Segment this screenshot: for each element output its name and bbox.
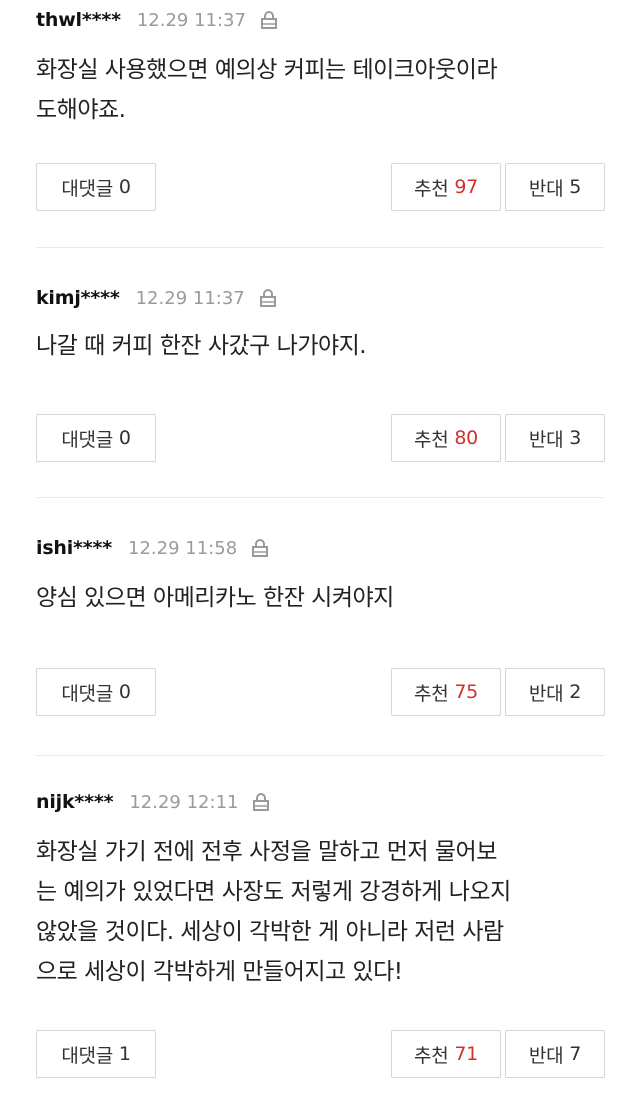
lock-icon bbox=[259, 288, 277, 308]
comment-meta: ishi**** 12.29 11:58 bbox=[36, 536, 269, 560]
comment-line: 않았을 것이다. 세상이 각박한 게 아니라 저런 사람 bbox=[36, 919, 504, 945]
recommend-button[interactable]: 추천 97 bbox=[391, 163, 501, 211]
recommend-count: 80 bbox=[454, 427, 478, 449]
reply-button[interactable]: 대댓글 0 bbox=[36, 414, 156, 462]
comment-body: 나갈 때 커피 한잔 사갔구 나가야지. bbox=[36, 326, 616, 366]
comment-line: 나갈 때 커피 한잔 사갔구 나가야지. bbox=[36, 333, 367, 359]
recommend-label: 추천 bbox=[414, 428, 449, 451]
comment-time: 12.29 11:37 bbox=[136, 9, 246, 31]
reply-count: 0 bbox=[118, 427, 131, 449]
recommend-count: 97 bbox=[454, 176, 478, 198]
oppose-button[interactable]: 반대 5 bbox=[505, 163, 605, 211]
comment-line: 화장실 사용했으면 예의상 커피는 테이크아웃이라 bbox=[36, 57, 498, 83]
recommend-count: 75 bbox=[454, 681, 478, 703]
reply-button[interactable]: 대댓글 1 bbox=[36, 1030, 156, 1078]
oppose-button[interactable]: 반대 7 bbox=[505, 1030, 605, 1078]
oppose-label: 반대 bbox=[528, 1044, 564, 1067]
comment-time: 12.29 11:58 bbox=[128, 537, 238, 559]
comment-author[interactable]: kimj**** bbox=[36, 287, 120, 309]
oppose-count: 2 bbox=[569, 681, 582, 703]
comment-time: 12.29 12:11 bbox=[129, 791, 239, 813]
oppose-count: 5 bbox=[569, 176, 582, 198]
comment-line: 도해야죠. bbox=[36, 97, 126, 123]
oppose-count: 7 bbox=[569, 1043, 582, 1065]
comment-item: kimj**** 12.29 11:37 나갈 때 커피 한잔 사갔구 나가야지… bbox=[0, 248, 640, 498]
comment-author[interactable]: nijk**** bbox=[36, 791, 114, 813]
comment-meta: nijk**** 12.29 12:11 bbox=[36, 790, 270, 814]
lock-icon bbox=[251, 538, 269, 558]
oppose-label: 반대 bbox=[528, 177, 564, 200]
oppose-button[interactable]: 반대 2 bbox=[505, 668, 605, 716]
comment-time: 12.29 11:37 bbox=[135, 287, 245, 309]
recommend-label: 추천 bbox=[414, 682, 449, 705]
comment-item: nijk**** 12.29 12:11 화장실 가기 전에 전후 사정을 말하… bbox=[0, 756, 640, 1108]
recommend-label: 추천 bbox=[414, 1044, 449, 1067]
comment-line: 화장실 가기 전에 전후 사정을 말하고 먼저 물어보 bbox=[36, 839, 497, 865]
recommend-count: 71 bbox=[454, 1043, 478, 1065]
oppose-button[interactable]: 반대 3 bbox=[505, 414, 605, 462]
recommend-label: 추천 bbox=[414, 177, 449, 200]
reply-button[interactable]: 대댓글 0 bbox=[36, 668, 156, 716]
comment-line: 는 예의가 있었다면 사장도 저렇게 강경하게 나오지 bbox=[36, 879, 511, 905]
comment-meta: kimj**** 12.29 11:37 bbox=[36, 286, 277, 310]
comment-body: 화장실 가기 전에 전후 사정을 말하고 먼저 물어보 는 예의가 있었다면 사… bbox=[36, 832, 616, 992]
comment-line: 으로 세상이 각박하게 만들어지고 있다! bbox=[36, 959, 403, 985]
oppose-label: 반대 bbox=[528, 428, 564, 451]
reply-label: 대댓글 bbox=[61, 428, 113, 451]
reply-button[interactable]: 대댓글 0 bbox=[36, 163, 156, 211]
comment-item: thwl**** 12.29 11:37 화장실 사용했으면 예의상 커피는 테… bbox=[0, 0, 640, 248]
comment-author[interactable]: ishi**** bbox=[36, 537, 112, 559]
reply-count: 0 bbox=[118, 176, 131, 198]
comment-body: 양심 있으면 아메리카노 한잔 시켜야지 bbox=[36, 578, 616, 618]
recommend-button[interactable]: 추천 75 bbox=[391, 668, 501, 716]
recommend-button[interactable]: 추천 80 bbox=[391, 414, 501, 462]
oppose-count: 3 bbox=[569, 427, 582, 449]
lock-icon bbox=[260, 10, 278, 30]
recommend-button[interactable]: 추천 71 bbox=[391, 1030, 501, 1078]
comment-line: 양심 있으면 아메리카노 한잔 시켜야지 bbox=[36, 585, 394, 611]
reply-label: 대댓글 bbox=[61, 1044, 113, 1067]
comment-body: 화장실 사용했으면 예의상 커피는 테이크아웃이라 도해야죠. bbox=[36, 50, 616, 130]
lock-icon bbox=[252, 792, 270, 812]
reply-count: 0 bbox=[118, 681, 131, 703]
reply-count: 1 bbox=[118, 1043, 131, 1065]
reply-label: 대댓글 bbox=[61, 177, 113, 200]
comment-item: ishi**** 12.29 11:58 양심 있으면 아메리카노 한잔 시켜야… bbox=[0, 498, 640, 756]
oppose-label: 반대 bbox=[528, 682, 564, 705]
comment-author[interactable]: thwl**** bbox=[36, 9, 121, 31]
reply-label: 대댓글 bbox=[61, 682, 113, 705]
comment-meta: thwl**** 12.29 11:37 bbox=[36, 8, 278, 32]
